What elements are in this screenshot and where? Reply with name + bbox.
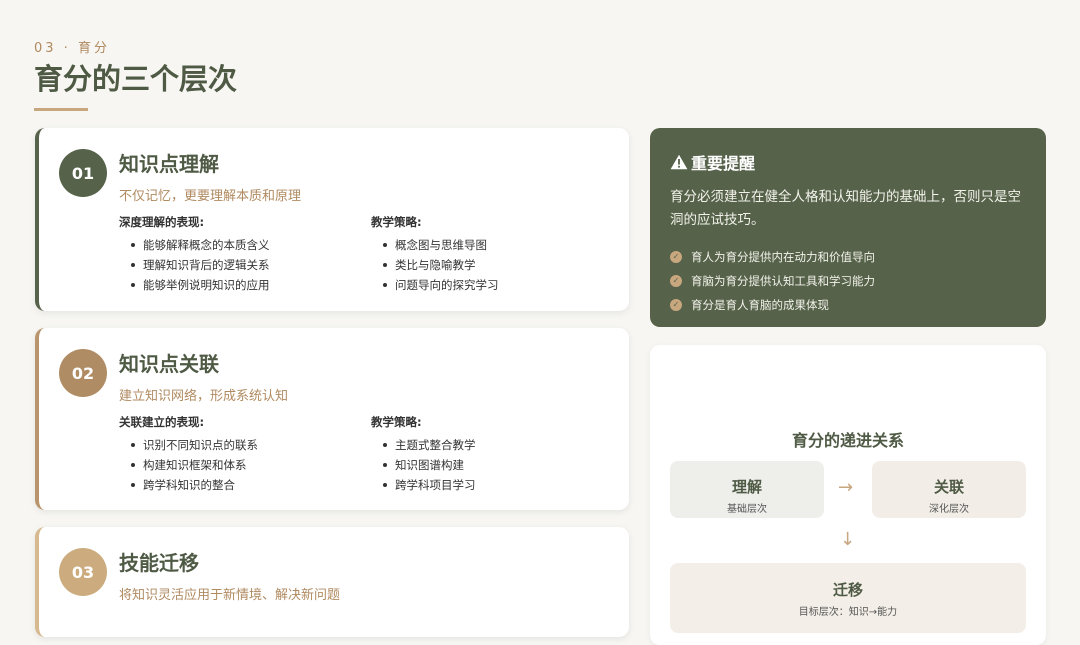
reminder-item-text: 育脑为育分提供认知工具和学习能力 [691, 274, 875, 288]
list-item: ✓ 育人为育分提供内在动力和价值导向 [670, 245, 875, 269]
level-card-transfer: 03 技能迁移 将知识灵活应用于新情境、解决新问题 [35, 527, 629, 637]
reminder-item-text: 育分是育人育脑的成果体现 [691, 298, 829, 312]
list-item: 知识图谱构建 [371, 455, 476, 475]
list-item: 识别不同知识点的联系 [119, 435, 258, 455]
list-item: 问题导向的探究学习 [371, 275, 499, 295]
stage-box-association: 关联 深化层次 [872, 461, 1026, 518]
list-item: 构建知识框架和体系 [119, 455, 258, 475]
check-icon: ✓ [670, 275, 682, 287]
stage-subtitle: 目标层次：知识→能力 [798, 607, 898, 618]
list-item: 跨学科知识的整合 [119, 475, 258, 495]
performance-column: 深度理解的表现: 能够解释概念的本质含义 理解知识背后的逻辑关系 能够举例说明知… [119, 214, 270, 295]
list-item: 理解知识背后的逻辑关系 [119, 255, 270, 275]
strategy-column: 教学策略: 概念图与思维导图 类比与隐喻教学 问题导向的探究学习 [371, 214, 499, 295]
column-heading: 教学策略: [371, 215, 422, 229]
stage-title: 迁移 [832, 581, 863, 599]
page-title: 育分的三个层次 [34, 62, 238, 96]
list-item: 能够解释概念的本质含义 [119, 235, 270, 255]
list-item: 主题式整合教学 [371, 435, 476, 455]
level-number-badge: 03 [59, 548, 107, 596]
level-number-badge: 01 [59, 149, 107, 197]
level-card-association: 02 知识点关联 建立知识网络，形成系统认知 关联建立的表现: 识别不同知识点的… [35, 328, 629, 510]
reminder-heading: 重要提醒 [670, 150, 755, 174]
level-subtitle: 建立知识网络，形成系统认知 [119, 389, 289, 404]
section-kicker: 03 · 育分 [34, 41, 110, 56]
performance-column: 关联建立的表现: 识别不同知识点的联系 构建知识框架和体系 跨学科知识的整合 [119, 414, 258, 495]
stage-box-understanding: 理解 基础层次 [670, 461, 824, 518]
stage-box-transfer: 迁移 目标层次：知识→能力 [670, 563, 1026, 633]
arrow-down-icon: ↓ [840, 529, 856, 550]
list-item: 能够举例说明知识的应用 [119, 275, 270, 295]
stage-title: 关联 [933, 478, 964, 496]
list-item: 类比与隐喻教学 [371, 255, 499, 275]
stage-subtitle: 基础层次 [727, 504, 767, 515]
level-subtitle: 不仅记忆，更要理解本质和原理 [119, 189, 302, 204]
list-item: 跨学科项目学习 [371, 475, 476, 495]
level-subtitle: 将知识灵活应用于新情境、解决新问题 [119, 588, 341, 603]
check-icon: ✓ [670, 299, 682, 311]
column-heading: 关联建立的表现: [119, 415, 205, 429]
column-heading: 深度理解的表现: [119, 215, 205, 229]
stage-title: 理解 [731, 478, 762, 496]
important-reminder-panel: 重要提醒 育分必须建立在健全人格和认知能力的基础上，否则只是空洞的应试技巧。 ✓… [650, 128, 1046, 327]
column-heading: 教学策略: [371, 415, 422, 429]
arrow-right-icon: → [838, 477, 854, 498]
progression-title: 育分的递进关系 [791, 431, 904, 450]
stage-subtitle: 深化层次 [929, 504, 969, 515]
list-item: 概念图与思维导图 [371, 235, 499, 255]
level-number-badge: 02 [59, 349, 107, 397]
check-icon: ✓ [670, 251, 682, 263]
reminder-item-text: 育人为育分提供内在动力和价值导向 [691, 250, 875, 264]
warning-icon [670, 154, 688, 170]
level-title: 知识点理解 [119, 152, 219, 176]
reminder-list: ✓ 育人为育分提供内在动力和价值导向 ✓ 育脑为育分提供认知工具和学习能力 ✓ … [670, 245, 875, 317]
level-title: 知识点关联 [119, 352, 219, 376]
reminder-body: 育分必须建立在健全人格和认知能力的基础上，否则只是空洞的应试技巧。 [670, 189, 1021, 228]
list-item: ✓ 育分是育人育脑的成果体现 [670, 293, 875, 317]
level-card-understanding: 01 知识点理解 不仅记忆，更要理解本质和原理 深度理解的表现: 能够解释概念的… [35, 128, 629, 311]
strategy-column: 教学策略: 主题式整合教学 知识图谱构建 跨学科项目学习 [371, 414, 476, 495]
reminder-title: 重要提醒 [691, 154, 756, 173]
progression-panel: 育分的递进关系 理解 基础层次 → 关联 深化层次 ↓ 迁移 目标层次：知识→能… [650, 345, 1046, 645]
title-underline [34, 108, 88, 111]
level-title: 技能迁移 [119, 551, 199, 575]
list-item: ✓ 育脑为育分提供认知工具和学习能力 [670, 269, 875, 293]
